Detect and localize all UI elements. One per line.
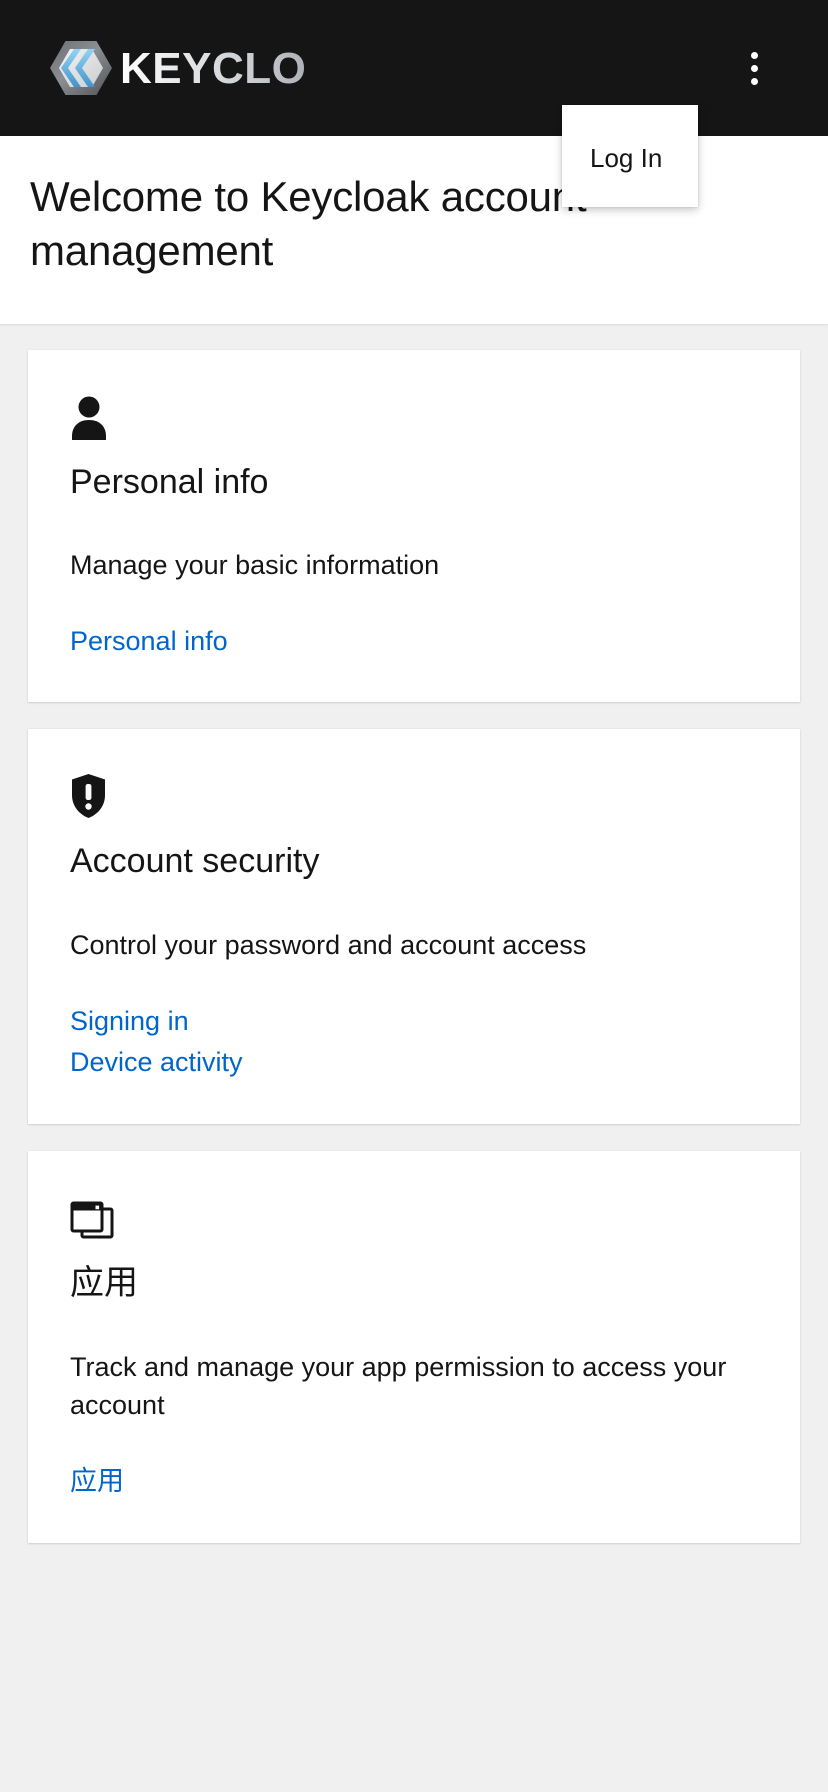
card-applications: 应用 Track and manage your app permission …	[28, 1151, 800, 1543]
card-description: Track and manage your app permission to …	[70, 1352, 727, 1421]
brand-logo[interactable]: KEYCLOAK	[34, 34, 306, 102]
menu-item-log-in[interactable]: Log In	[562, 119, 698, 193]
keycloak-logo-icon: KEYCLOAK	[34, 37, 306, 99]
shield-exclamation-icon	[70, 773, 758, 819]
kebab-menu-icon-dot-2	[750, 64, 758, 72]
card-link-personal-info[interactable]: Personal info	[70, 621, 228, 663]
user-icon	[70, 394, 758, 440]
card-account-security: Account security Control your password a…	[28, 729, 800, 1125]
card-grid: Personal info Manage your basic informat…	[0, 323, 828, 1543]
card-description: Manage your basic information	[70, 550, 440, 581]
card-title: 应用	[70, 1264, 138, 1303]
card-personal-info: Personal info Manage your basic informat…	[28, 349, 800, 703]
card-title: Account security	[70, 842, 320, 881]
card-links: 应用	[70, 1461, 758, 1503]
applications-windows-icon	[70, 1195, 758, 1241]
kebab-menu-icon	[750, 51, 758, 59]
svg-text:KEYCLOAK: KEYCLOAK	[120, 44, 306, 93]
card-links: Personal info	[70, 621, 758, 663]
user-dropdown-menu: Log In	[562, 105, 698, 207]
card-links: Signing in Device activity	[70, 1001, 758, 1085]
card-description: Control your password and account access	[70, 930, 587, 961]
masthead: KEYCLOAK Log In	[0, 0, 828, 207]
card-link-device-activity[interactable]: Device activity	[70, 1042, 243, 1084]
kebab-menu-button[interactable]	[726, 40, 782, 96]
page-header: Welcome to Keycloak account management	[0, 136, 828, 324]
kebab-menu-icon-dot-3	[750, 77, 758, 85]
card-link-applications[interactable]: 应用	[70, 1461, 124, 1503]
card-title: Personal info	[70, 462, 269, 501]
card-link-signing-in[interactable]: Signing in	[70, 1001, 189, 1043]
